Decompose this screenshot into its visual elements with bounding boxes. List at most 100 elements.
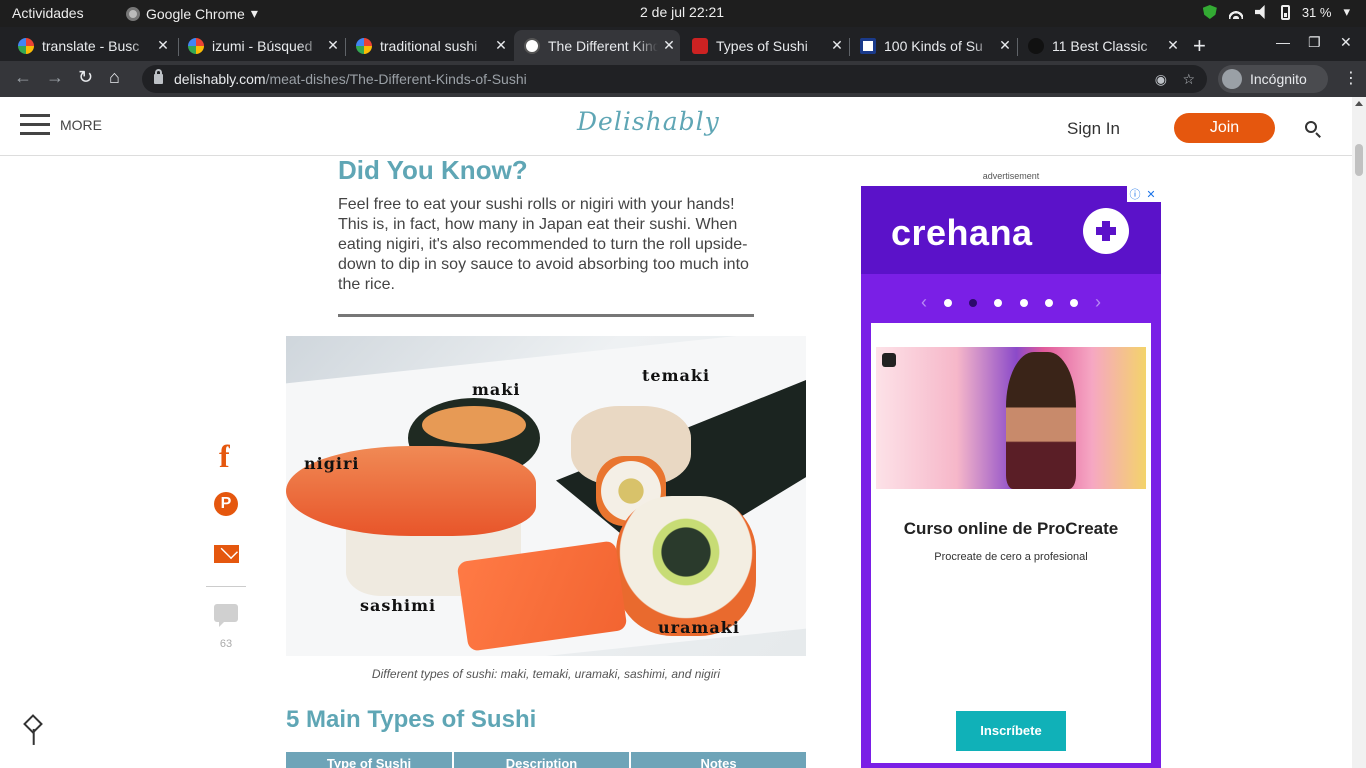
comment-icon[interactable] bbox=[214, 604, 238, 627]
facebook-icon[interactable]: f bbox=[219, 438, 230, 475]
tab-translate[interactable]: translate - Busc ✕ bbox=[8, 30, 174, 61]
ad-choices[interactable]: ⓘ ✕ bbox=[1127, 186, 1161, 202]
ad-artwork bbox=[876, 347, 1146, 489]
close-icon[interactable]: ✕ bbox=[994, 37, 1016, 54]
photo-caption: Different types of sushi: maki, temaki, … bbox=[371, 667, 721, 681]
tab-izumi[interactable]: izumi - Búsqued ✕ bbox=[178, 30, 344, 61]
reload-button[interactable]: ↻ bbox=[78, 67, 93, 88]
url-domain: delishably.com bbox=[174, 71, 266, 87]
home-button[interactable]: ⌂ bbox=[109, 67, 120, 88]
site-logo[interactable]: Delishably bbox=[577, 107, 720, 136]
carousel-dot[interactable] bbox=[994, 298, 1003, 307]
clock[interactable]: 2 de jul 22:21 bbox=[640, 4, 724, 20]
url-path: /meat-dishes/The-Different-Kinds-of-Sush… bbox=[265, 71, 527, 87]
sushi-photo[interactable]: maki temaki nigiri sashimi uramaki bbox=[286, 336, 806, 656]
tab-traditional-sushi[interactable]: traditional sushi ✕ bbox=[346, 30, 512, 61]
close-icon[interactable]: ✕ bbox=[490, 37, 512, 54]
carousel-dot[interactable] bbox=[944, 298, 953, 307]
close-icon[interactable]: ✕ bbox=[1162, 37, 1184, 54]
tab-100-kinds[interactable]: 100 Kinds of Su ✕ bbox=[850, 30, 1016, 61]
site-icon bbox=[860, 37, 876, 54]
close-icon[interactable]: ✕ bbox=[152, 37, 174, 54]
new-tab-button[interactable]: + bbox=[1193, 33, 1206, 59]
scroll-up-icon[interactable] bbox=[1355, 101, 1363, 106]
tab-label: 100 Kinds of Su bbox=[884, 37, 983, 54]
back-button[interactable]: ← bbox=[14, 67, 32, 88]
carousel-dot[interactable] bbox=[1019, 298, 1028, 307]
tab-label: Types of Sushi bbox=[716, 37, 808, 54]
more-menu-label[interactable]: MORE bbox=[60, 117, 102, 133]
ad-brand: crehana bbox=[891, 212, 1033, 253]
bookmark-star-icon[interactable]: ☆ bbox=[1182, 65, 1195, 93]
close-icon[interactable]: ✕ bbox=[322, 37, 344, 54]
divider bbox=[206, 586, 246, 587]
battery-icon bbox=[1280, 4, 1290, 20]
sushi-table-header: Type of Sushi Description Notes bbox=[286, 752, 806, 768]
system-tray[interactable]: 31 % ▾ bbox=[1202, 4, 1350, 20]
google-icon bbox=[18, 37, 34, 54]
search-icon[interactable] bbox=[1305, 121, 1317, 133]
carousel-dot[interactable] bbox=[1044, 298, 1053, 307]
site-icon bbox=[1028, 37, 1044, 54]
ad-subtitle: Procreate de cero a profesional bbox=[934, 551, 1088, 563]
procreate-icon bbox=[882, 353, 896, 367]
minimize-button[interactable]: — bbox=[1276, 34, 1290, 50]
incognito-indicator[interactable]: Incógnito bbox=[1218, 65, 1328, 93]
tab-label: 11 Best Classic bbox=[1052, 37, 1148, 54]
tab-label: izumi - Búsqued bbox=[212, 37, 313, 54]
page-scrollbar[interactable] bbox=[1352, 97, 1366, 768]
crehana-logo-icon bbox=[1083, 208, 1129, 254]
close-icon[interactable]: ✕ bbox=[1143, 188, 1159, 201]
join-button[interactable]: Join bbox=[1174, 113, 1275, 143]
photo-label-temaki: temaki bbox=[642, 366, 711, 385]
table-header-description: Description bbox=[454, 752, 631, 768]
tab-types-of-sushi[interactable]: Types of Sushi ✕ bbox=[682, 30, 848, 61]
tab-11-best-classic[interactable]: 11 Best Classic ✕ bbox=[1018, 30, 1184, 61]
close-icon[interactable]: ✕ bbox=[826, 37, 848, 54]
site-header: MORE Delishably Sign In Join bbox=[0, 97, 1352, 156]
section-heading: 5 Main Types of Sushi bbox=[286, 706, 537, 733]
close-window-button[interactable]: ✕ bbox=[1340, 34, 1352, 51]
photo-label-uramaki: uramaki bbox=[658, 618, 740, 637]
carousel-dot[interactable] bbox=[1069, 298, 1078, 307]
shield-icon bbox=[1202, 5, 1217, 19]
email-icon[interactable] bbox=[214, 545, 239, 563]
table-header-type: Type of Sushi bbox=[286, 752, 454, 768]
app-menu[interactable]: Google Chrome ▾ bbox=[126, 5, 258, 22]
carousel-dot[interactable] bbox=[969, 298, 978, 307]
did-you-know-text: Feel free to eat your sushi rolls or nig… bbox=[338, 196, 749, 293]
comment-count: 63 bbox=[219, 638, 233, 650]
address-bar[interactable]: delishably.com/meat-dishes/The-Different… bbox=[142, 65, 1207, 93]
pinterest-icon[interactable]: P bbox=[214, 492, 238, 516]
google-icon bbox=[356, 37, 372, 54]
advertisement[interactable]: crehana ⓘ ✕ ‹ › Curso online de ProCreate… bbox=[861, 186, 1161, 768]
google-icon bbox=[188, 37, 204, 54]
browser-menu-button[interactable]: ⋮ bbox=[1343, 68, 1359, 88]
incognito-label: Incógnito bbox=[1250, 71, 1307, 87]
chevron-right-icon[interactable]: › bbox=[1095, 292, 1101, 313]
ad-cta-button[interactable]: Inscríbete bbox=[956, 711, 1066, 751]
chevron-down-icon: ▾ bbox=[250, 5, 258, 21]
forward-button[interactable]: → bbox=[46, 67, 64, 88]
ad-title: Curso online de ProCreate bbox=[903, 519, 1119, 538]
scrollbar-thumb[interactable] bbox=[1355, 144, 1363, 176]
system-top-bar: Actividades Google Chrome ▾ 2 de jul 22:… bbox=[0, 0, 1366, 27]
tab-different-kinds-active[interactable]: The Different Kinds ✕ bbox=[514, 30, 680, 61]
tracking-blocked-icon[interactable]: ◉ bbox=[1155, 65, 1167, 93]
activities-button[interactable]: Actividades bbox=[12, 5, 84, 21]
did-you-know-heading: Did You Know? bbox=[338, 155, 528, 185]
tab-label: The Different Kinds bbox=[548, 37, 658, 54]
sign-in-link[interactable]: Sign In bbox=[1067, 119, 1120, 139]
hamburger-menu-icon[interactable] bbox=[20, 114, 50, 136]
key-icon[interactable] bbox=[23, 714, 43, 734]
app-name: Google Chrome bbox=[146, 5, 245, 22]
ad-card[interactable]: Curso online de ProCreate Procreate de c… bbox=[871, 323, 1151, 763]
close-icon[interactable]: ✕ bbox=[658, 37, 680, 54]
site-icon bbox=[692, 37, 708, 54]
battery-percent: 31 % bbox=[1301, 4, 1332, 20]
restore-button[interactable]: ❐ bbox=[1308, 34, 1321, 51]
info-icon[interactable]: ⓘ bbox=[1127, 186, 1143, 202]
table-header-notes: Notes bbox=[631, 752, 806, 768]
chevron-left-icon[interactable]: ‹ bbox=[921, 292, 927, 313]
chevron-down-icon: ▾ bbox=[1343, 4, 1350, 19]
